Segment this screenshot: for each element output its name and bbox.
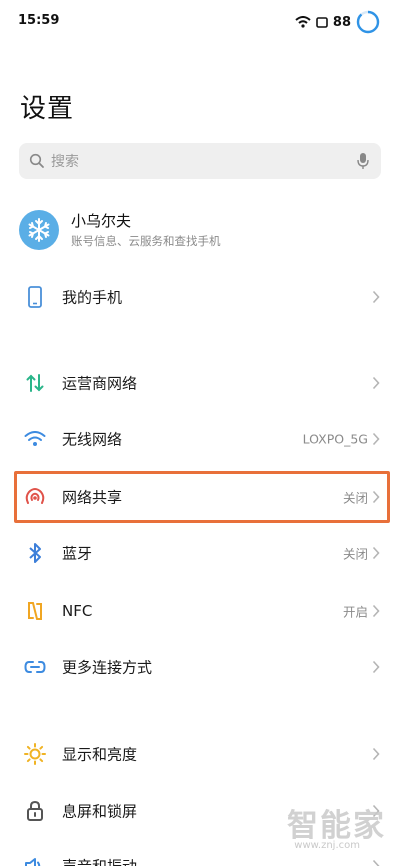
row-label: 网络共享 — [62, 488, 123, 507]
screen-icon — [316, 16, 328, 28]
row-label: 无线网络 — [62, 430, 123, 449]
row-label: 运营商网络 — [62, 374, 138, 393]
chevron-right-icon — [372, 376, 380, 390]
row-label: 声音和振动 — [62, 856, 137, 866]
wifi-icon — [24, 428, 46, 450]
row-more-connections[interactable]: 更多连接方式 — [0, 639, 400, 695]
bluetooth-icon — [24, 542, 46, 564]
row-label: NFC — [62, 602, 93, 620]
page-title: 设置 — [20, 94, 75, 124]
row-label: 显示和亮度 — [62, 745, 138, 764]
avatar — [19, 210, 59, 250]
row-value: LOXPO_5G — [302, 431, 368, 447]
link-icon — [24, 656, 46, 678]
account-entry[interactable]: 小乌尔夫 账号信息、云服务和查找手机 — [19, 206, 381, 254]
phone-icon — [24, 286, 46, 308]
row-label: 息屏和锁屏 — [62, 802, 138, 821]
status-bar: 15:59 88 — [0, 0, 400, 44]
nfc-icon — [24, 600, 46, 622]
chevron-right-icon — [372, 660, 380, 674]
watermark-text: 智能家 — [287, 808, 386, 844]
status-right: 88 — [295, 9, 380, 35]
row-carrier-network[interactable]: 运营商网络 — [0, 355, 400, 411]
lock-icon — [24, 800, 46, 822]
row-value: 关闭 — [342, 546, 368, 562]
battery-level: 88 — [332, 14, 351, 30]
row-nfc[interactable]: NFC 开启 — [0, 583, 400, 639]
status-time: 15:59 — [18, 13, 60, 28]
account-subtitle: 账号信息、云服务和查找手机 — [71, 233, 221, 248]
watermark-url: www.znj.com — [294, 840, 360, 851]
chevron-right-icon — [372, 490, 380, 504]
mic-icon[interactable] — [357, 152, 369, 170]
row-label: 蓝牙 — [62, 544, 93, 563]
row-value: 关闭 — [342, 490, 368, 506]
row-wifi[interactable]: 无线网络 LOXPO_5G — [0, 411, 400, 467]
account-name: 小乌尔夫 — [71, 211, 132, 230]
search-icon — [29, 153, 44, 168]
search-bar[interactable]: 搜索 — [19, 143, 381, 179]
row-my-phone[interactable]: 我的手机 — [0, 269, 400, 325]
row-display-brightness[interactable]: 显示和亮度 — [0, 726, 400, 782]
battery-ring-icon — [356, 10, 380, 34]
wifi-icon — [295, 16, 311, 28]
snowflake-icon — [28, 218, 50, 242]
watermark: 智能家 www.znj.com — [278, 800, 388, 864]
chevron-right-icon — [372, 747, 380, 761]
speaker-icon — [24, 855, 46, 866]
row-tethering[interactable]: 网络共享 关闭 — [0, 469, 400, 525]
row-bluetooth[interactable]: 蓝牙 关闭 — [0, 525, 400, 581]
chevron-right-icon — [372, 432, 380, 446]
search-placeholder: 搜索 — [51, 154, 79, 170]
row-label: 我的手机 — [62, 288, 123, 307]
row-label: 更多连接方式 — [62, 658, 153, 677]
chevron-right-icon — [372, 546, 380, 560]
chevron-right-icon — [372, 604, 380, 618]
row-value: 开启 — [342, 604, 368, 620]
hotspot-icon — [24, 486, 46, 508]
chevron-right-icon — [372, 290, 380, 304]
updown-arrows-icon — [24, 372, 46, 394]
sun-icon — [24, 743, 46, 765]
